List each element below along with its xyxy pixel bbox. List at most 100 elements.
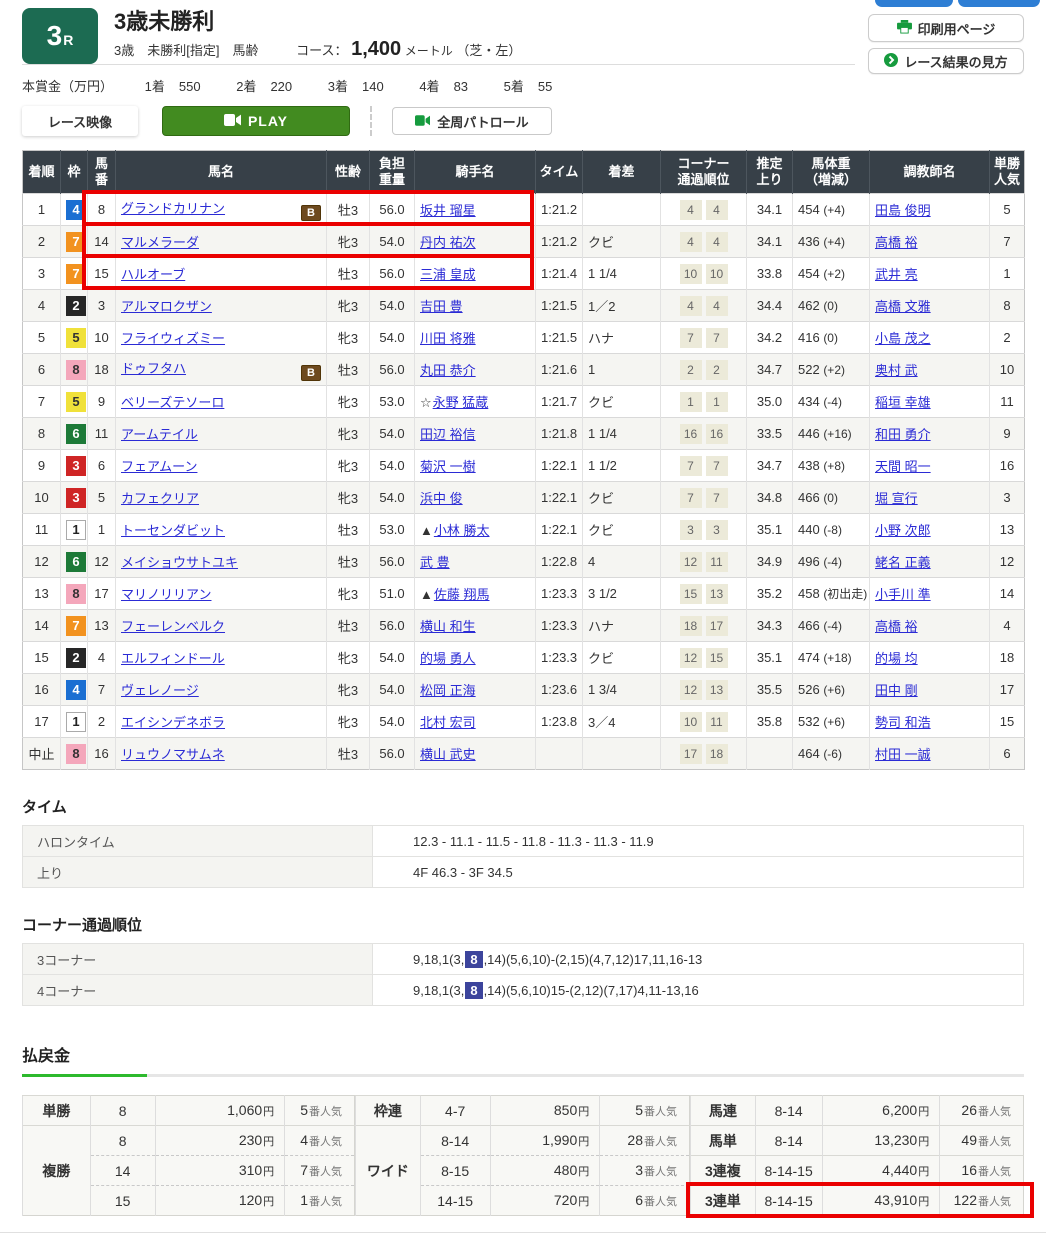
last-furlongs-value: 4F 46.3 - 3F 34.5 xyxy=(373,857,1024,888)
trainer-link[interactable]: 田中 剛 xyxy=(875,683,918,698)
trainer-link[interactable]: 小島 茂之 xyxy=(875,331,931,346)
horse-name-link[interactable]: マルメラーダ xyxy=(121,235,199,250)
impost-cell: 56.0 xyxy=(370,546,415,578)
trainer-link[interactable]: 堀 宣行 xyxy=(875,491,918,506)
trainer-link[interactable]: 武井 亮 xyxy=(875,267,918,282)
trainer-link[interactable]: 高橋 裕 xyxy=(875,619,918,634)
jockey-link[interactable]: 川田 将雅 xyxy=(420,331,476,346)
jockey-link[interactable]: 北村 宏司 xyxy=(420,715,476,730)
horse-name-link[interactable]: メイショウサトユキ xyxy=(121,555,238,570)
trainer-link[interactable]: 小野 次郎 xyxy=(875,523,931,538)
sex-age-cell: 牡3 xyxy=(327,194,370,226)
patrol-video-button[interactable]: 全周パトロール xyxy=(392,107,552,135)
jockey-link[interactable]: 丹内 祐次 xyxy=(420,235,476,250)
corner-position: 10 xyxy=(706,264,728,284)
corner-position: 7 xyxy=(706,488,728,508)
jockey-link[interactable]: 武 豊 xyxy=(420,555,450,570)
bracket-badge: 7 xyxy=(66,616,86,636)
horse-name-link[interactable]: ベリーズテソーロ xyxy=(121,395,224,410)
jockey-link[interactable]: 佐藤 翔馬 xyxy=(434,587,490,602)
bracket-cell: 2 xyxy=(61,290,88,322)
horse-name-link[interactable]: エルフィンドール xyxy=(121,651,225,666)
result-guide-button[interactable]: レース結果の見方 xyxy=(868,48,1024,74)
trainer-link[interactable]: 小手川 準 xyxy=(875,587,931,602)
margin-cell: 1／2 xyxy=(583,290,661,322)
results-header-row: 着順枠馬番馬名性齢負担重量騎手名タイム着差コーナー通過順位推定上り馬体重（増減）… xyxy=(23,151,1025,194)
horse-name-link[interactable]: カフェクリア xyxy=(121,491,199,506)
time-cell: 1:21.4 xyxy=(536,258,583,290)
sex-age-cell: 牝3 xyxy=(327,674,370,706)
body-weight-diff: (+6) xyxy=(823,683,845,697)
trainer-link[interactable]: 蛯名 正義 xyxy=(875,555,931,570)
jockey-link[interactable]: 浜中 俊 xyxy=(420,491,463,506)
jockey-link[interactable]: 横山 和生 xyxy=(420,619,476,634)
horse-name-link[interactable]: グランドカリナン xyxy=(121,201,225,216)
jockey-link[interactable]: 田辺 裕信 xyxy=(420,427,476,442)
popularity-cell: 15 xyxy=(990,706,1025,738)
horse-name-link[interactable]: フェアムーン xyxy=(121,459,197,474)
jockey-link[interactable]: 三浦 皇成 xyxy=(420,267,476,282)
corner-position: 18 xyxy=(706,744,728,764)
trainer-link[interactable]: 的場 均 xyxy=(875,651,918,666)
payout-popularity: 49番人気 xyxy=(940,1126,1024,1156)
horse-name-link[interactable]: アームテイル xyxy=(121,427,198,442)
payout-row: 3連単8-14-1543,910円122番人気 xyxy=(691,1186,1024,1216)
popularity-cell: 16 xyxy=(990,450,1025,482)
corner-order-cell: 77 xyxy=(661,450,747,482)
trainer-link[interactable]: 高橋 文雅 xyxy=(875,299,931,314)
margin-cell: クビ xyxy=(583,482,661,514)
horse-name-link[interactable]: ハルオーブ xyxy=(121,267,185,282)
print-page-button[interactable]: 印刷用ページ xyxy=(868,14,1024,42)
bracket-badge: 6 xyxy=(66,552,86,572)
horse-name-cell: ベリーズテソーロ xyxy=(116,386,327,418)
corner-order-cell: 1211 xyxy=(661,546,747,578)
horse-name-link[interactable]: アルマロクザン xyxy=(121,299,212,314)
corner-order-cell: 1616 xyxy=(661,418,747,450)
horse-name-link[interactable]: エイシンデネボラ xyxy=(121,715,225,730)
jockey-link[interactable]: 吉田 豊 xyxy=(420,299,463,314)
payout-section-title: 払戻金 xyxy=(22,1042,1024,1066)
trainer-link[interactable]: 村田 一誠 xyxy=(875,747,931,762)
horse-number-cell: 1 xyxy=(88,514,116,546)
body-weight-diff: (0) xyxy=(823,299,838,313)
trainer-link[interactable]: 田島 俊明 xyxy=(875,203,931,218)
popularity-cell: 3 xyxy=(990,482,1025,514)
play-button[interactable]: PLAY xyxy=(162,106,350,136)
payout-amount: 6,200円 xyxy=(822,1096,940,1126)
corner-position: 16 xyxy=(680,424,702,444)
jockey-link[interactable]: 丸田 恭介 xyxy=(420,363,476,378)
jockey-link[interactable]: 永野 猛蔵 xyxy=(433,395,489,410)
trainer-link[interactable]: 高橋 裕 xyxy=(875,235,918,250)
jockey-link[interactable]: 松岡 正海 xyxy=(420,683,476,698)
horse-name-link[interactable]: ヴェレノージ xyxy=(121,683,199,698)
body-weight-cell: 532 (+6) xyxy=(793,706,870,738)
jockey-link[interactable]: 小林 勝太 xyxy=(434,523,490,538)
top-cutoff-button-2[interactable] xyxy=(958,0,1040,7)
top-cutoff-button-1[interactable] xyxy=(875,0,953,7)
horse-name-link[interactable]: トーセンダビット xyxy=(121,523,225,538)
popularity-suffix: 番人気 xyxy=(309,1136,342,1148)
horse-name-link[interactable]: フェーレンベルク xyxy=(121,619,225,634)
result-row: 8611アームテイル牝354.0田辺 裕信1:21.81 1/4161633.5… xyxy=(23,418,1025,450)
trainer-link[interactable]: 稲垣 幸雄 xyxy=(875,395,931,410)
trainer-link[interactable]: 勢司 和浩 xyxy=(875,715,931,730)
horse-name-link[interactable]: ドゥフタハ xyxy=(121,361,186,376)
trainer-link[interactable]: 奥村 武 xyxy=(875,363,918,378)
trainer-link[interactable]: 和田 勇介 xyxy=(875,427,931,442)
horse-name-link[interactable]: マリノリリアン xyxy=(121,587,211,602)
horse-name-link[interactable]: リュウノマサムネ xyxy=(121,747,225,762)
column-header: 単勝人気 xyxy=(990,151,1025,194)
popularity-suffix: 番人気 xyxy=(978,1166,1011,1178)
play-label: PLAY xyxy=(248,113,288,129)
time-cell: 1:21.5 xyxy=(536,322,583,354)
corner-position: 1 xyxy=(680,392,702,412)
trainer-link[interactable]: 天間 昭一 xyxy=(875,459,931,474)
horse-name-link[interactable]: フライウィズミー xyxy=(121,331,225,346)
jockey-link[interactable]: 坂井 瑠星 xyxy=(420,203,476,218)
bracket-badge: 6 xyxy=(66,424,86,444)
jockey-link[interactable]: 菊沢 一樹 xyxy=(420,459,476,474)
jockey-link[interactable]: 横山 武史 xyxy=(420,747,476,762)
jockey-link[interactable]: 的場 勇人 xyxy=(420,651,476,666)
bracket-cell: 7 xyxy=(61,226,88,258)
horse-number-cell: 7 xyxy=(88,674,116,706)
